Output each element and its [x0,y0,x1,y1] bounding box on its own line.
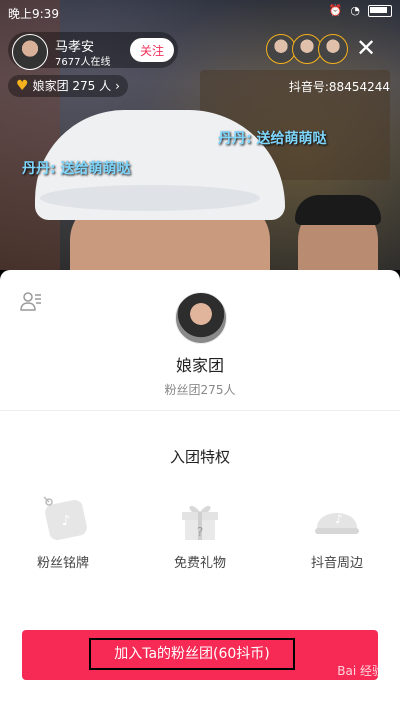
heart-icon: ♥ [16,78,29,94]
fan-badge-icon: ♪ [43,496,87,541]
privilege-label: 免费礼物 [173,556,226,571]
follow-button[interactable]: 关注 [130,38,174,62]
fan-group-label: 娘家团 275 人 [32,79,112,93]
svg-text:♪: ♪ [62,513,71,529]
group-count: 粉丝团275人 [164,383,236,397]
watermark: Bai 经验 [337,664,384,678]
gift-box-icon: ? [182,505,218,540]
svg-text:♪: ♪ [335,512,343,526]
privileges-title: 入团特权 [169,448,230,466]
privilege-label: 抖音周边 [310,556,363,571]
fan-list-icon[interactable] [20,290,42,312]
fan-group-badge[interactable]: ♥ 娘家团 275 人 › [8,75,128,97]
viewer-avatar[interactable] [318,34,348,64]
status-time: 晚上9:39 [8,7,59,21]
privilege-label: 粉丝铭牌 [36,556,89,571]
wifi-icon: ◔ [350,4,360,17]
gift-message: 丹丹: 送给萌萌哒 [22,161,131,177]
join-fan-group-label[interactable]: 加入Ta的粉丝团(60抖币) [89,638,295,670]
battery-icon [368,4,392,17]
group-avatar [175,292,227,344]
privilege-merch: ♪ 抖音周边 [287,490,387,571]
privilege-fan-badge: ♪ 粉丝铭牌 [13,490,113,571]
divider [0,410,400,411]
online-count: 7677人在线 [55,57,111,68]
status-bar: 晚上9:39 ⏰ ◔ [0,0,400,24]
cap-icon: ♪ [315,512,359,534]
top-viewers[interactable] [266,34,348,64]
group-name: 娘家团 [175,356,224,375]
close-icon[interactable]: ✕ [356,34,376,62]
gift-message: 丹丹: 送给萌萌哒 [218,131,327,147]
chevron-right-icon: › [115,79,120,93]
host-avatar[interactable] [12,34,48,70]
privilege-free-gift: ? 免费礼物 [150,490,250,571]
svg-text:?: ? [197,525,203,539]
alarm-icon: ⏰ [328,4,343,17]
douyin-id: 抖音号:88454244 [288,80,390,94]
